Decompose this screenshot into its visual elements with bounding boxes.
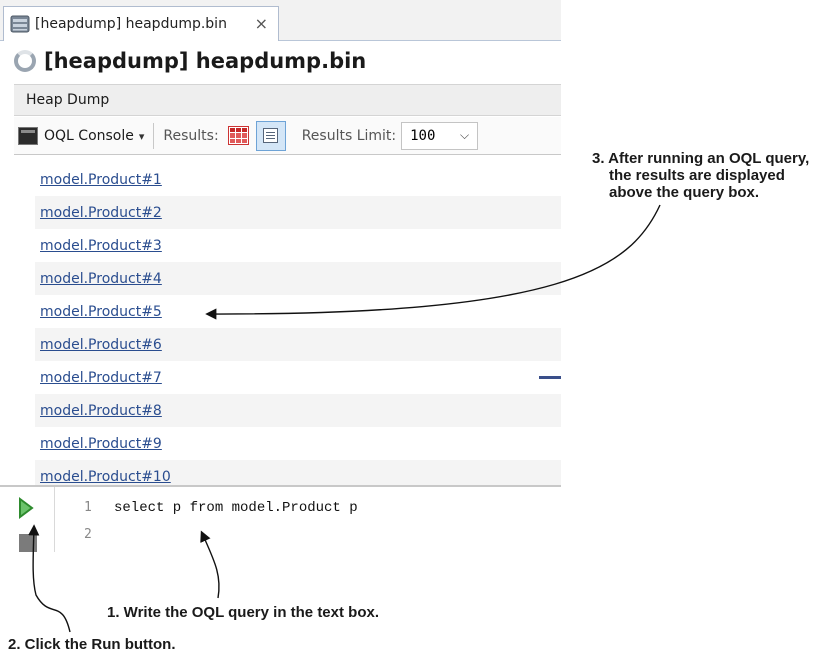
oql-console-dropdown[interactable]: OQL Console ▾ xyxy=(44,128,144,144)
result-link[interactable]: model.Product#7 xyxy=(40,370,162,386)
chevron-down-icon: ⌵ xyxy=(460,128,470,142)
list-item: model.Product#8 xyxy=(35,394,561,427)
query-text[interactable]: select p from model.Product p xyxy=(114,500,358,516)
list-item: model.Product#7 xyxy=(35,361,561,394)
text-list-icon xyxy=(263,128,279,143)
list-item: model.Product#6 xyxy=(35,328,561,361)
tab-strip: [heapdump] heapdump.bin × xyxy=(0,0,561,41)
result-link[interactable]: model.Product#4 xyxy=(40,271,162,287)
list-item: model.Product#9 xyxy=(35,427,561,460)
results-label: Results: xyxy=(163,127,219,144)
result-link[interactable]: model.Product#2 xyxy=(40,205,162,221)
tab-title: [heapdump] heapdump.bin xyxy=(35,16,227,32)
result-link[interactable]: model.Product#6 xyxy=(40,337,162,353)
editor-toolbar xyxy=(0,487,55,552)
results-limit-value: 100 xyxy=(410,127,436,144)
annotation-line: above the query box. xyxy=(609,184,760,201)
tab-heapdump[interactable]: [heapdump] heapdump.bin × xyxy=(3,6,279,41)
section-label: Heap Dump xyxy=(26,92,110,108)
line-number: 1 xyxy=(84,500,92,515)
heap-dump-section[interactable]: Heap Dump xyxy=(14,84,561,116)
text-view-button[interactable] xyxy=(255,120,286,151)
oql-toolbar: OQL Console ▾ Results: Results Limit: 100… xyxy=(14,117,561,155)
scroll-marker xyxy=(539,376,561,379)
window-title-bar: [heapdump] heapdump.bin xyxy=(14,49,366,73)
list-item: model.Product#10 xyxy=(35,460,561,485)
window-title: [heapdump] heapdump.bin xyxy=(44,49,367,73)
line-number: 2 xyxy=(84,527,92,542)
close-icon[interactable]: × xyxy=(255,14,268,33)
annotation-results: 3. After running an OQL query, the resul… xyxy=(592,150,815,201)
loading-spinner-icon xyxy=(14,50,36,72)
list-item: model.Product#3 xyxy=(35,229,561,262)
oql-editor[interactable]: 1 2 3 select p from model.Product p xyxy=(0,485,561,552)
table-view-icon[interactable] xyxy=(227,126,249,145)
run-button[interactable] xyxy=(18,497,34,519)
result-link[interactable]: model.Product#10 xyxy=(40,469,171,485)
line-number: 3 xyxy=(84,551,92,552)
annotation-click-run: 2. Click the Run button. xyxy=(8,636,176,653)
results-limit-label: Results Limit: xyxy=(301,127,397,144)
chevron-down-icon: ▾ xyxy=(138,129,145,143)
toolbar-separator xyxy=(153,122,155,149)
annotation-write-query: 1. Write the OQL query in the text box. xyxy=(107,604,379,621)
annotation-line: 3. After running an OQL query, xyxy=(592,150,810,167)
list-item: model.Product#4 xyxy=(35,262,561,295)
heapdump-window: [heapdump] heapdump.bin × [heapdump] hea… xyxy=(0,0,561,552)
results-list: model.Product#1 model.Product#2 model.Pr… xyxy=(35,163,561,485)
console-icon xyxy=(18,126,38,145)
list-item: model.Product#2 xyxy=(35,196,561,229)
stop-button[interactable] xyxy=(19,534,37,552)
list-item: model.Product#5 xyxy=(35,295,561,328)
result-link[interactable]: model.Product#1 xyxy=(40,172,162,188)
annotation-line: the results are displayed xyxy=(609,167,785,184)
result-link[interactable]: model.Product#5 xyxy=(40,304,162,320)
database-icon xyxy=(10,15,30,33)
results-limit-select[interactable]: 100 ⌵ xyxy=(401,121,479,150)
oql-console-label: OQL Console xyxy=(44,127,134,144)
list-item: model.Product#1 xyxy=(35,163,561,196)
result-link[interactable]: model.Product#9 xyxy=(40,436,162,452)
result-link[interactable]: model.Product#8 xyxy=(40,403,162,419)
result-link[interactable]: model.Product#3 xyxy=(40,238,162,254)
